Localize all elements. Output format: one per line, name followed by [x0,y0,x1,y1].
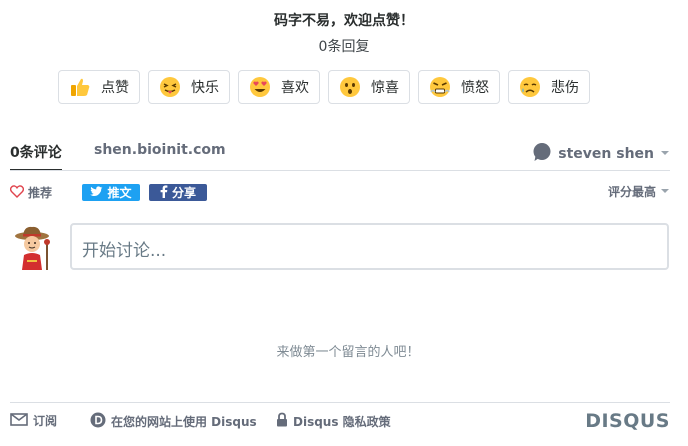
thumbs-up-icon [69,76,91,98]
recommend-button[interactable]: 推荐 [9,184,53,201]
subscribe-link[interactable]: 订阅 [10,412,57,429]
reaction-label: 愤怒 [461,80,489,96]
user-name: steven shen [558,146,654,162]
empty-state-message: 来做第一个留言的人吧！ [276,345,420,360]
chevron-down-icon [660,185,670,199]
reaction-label: 喜欢 [281,80,309,96]
tongue-out-face-icon [159,76,181,98]
reaction-like-button[interactable]: 点赞 [58,70,140,104]
disqus-logo[interactable]: DISQUS [585,410,670,432]
divider [10,170,670,171]
user-menu[interactable]: steven shen [532,142,670,166]
sad-face-icon [519,76,541,98]
reaction-label: 悲伤 [551,80,579,96]
reaction-love-button[interactable]: 喜欢 [238,70,320,104]
reactions-headline: 码字不易，欢迎点赞！ [274,13,414,29]
reaction-happy-button[interactable]: 快乐 [148,70,230,104]
surprised-face-icon [339,76,361,98]
share-label: 分享 [171,186,196,200]
tweet-button[interactable]: 推文 [82,184,140,201]
reaction-angry-button[interactable]: 愤怒 [418,70,500,104]
lock-icon [276,412,288,430]
subscribe-label: 订阅 [33,414,58,428]
comment-input-placeholder[interactable]: 开始讨论... [82,236,166,261]
sort-dropdown[interactable]: 评分最高 [608,183,670,200]
twitter-bird-icon [90,185,103,200]
angry-face-icon [429,76,451,98]
envelope-icon [10,412,28,429]
comment-composer[interactable]: 开始讨论... [70,223,669,270]
add-disqus-link[interactable]: 在您的网站上使用 Disqus [90,412,257,431]
chat-bubble-icon [532,142,552,166]
reaction-label: 点赞 [101,80,129,96]
sort-label: 评分最高 [607,185,656,199]
recommend-label: 推荐 [28,186,53,200]
privacy-link[interactable]: Disqus 隐私政策 [276,412,391,430]
heart-eyes-face-icon [249,76,271,98]
comment-tabs: 0条评论 shen.bioinit.com steven shen [10,142,670,171]
avatar[interactable] [10,224,58,272]
reaction-label: 快乐 [191,80,219,96]
reactions-bar: 点赞 快乐 喜欢 惊喜 愤怒 悲伤 [58,70,590,104]
disqus-d-icon [90,412,106,431]
divider [10,402,670,403]
heart-icon [9,184,25,201]
reaction-sad-button[interactable]: 悲伤 [508,70,590,104]
add-disqus-label: 在您的网站上使用 Disqus [111,415,257,429]
facebook-share-button[interactable]: 分享 [149,184,207,201]
tweet-label: 推文 [107,186,132,200]
facebook-icon [160,184,168,201]
thread-actions: 推荐 推文 分享 评分最高 [9,183,670,203]
reaction-label: 惊喜 [371,80,399,96]
privacy-label: Disqus 隐私政策 [293,414,391,429]
reaction-surprised-button[interactable]: 惊喜 [328,70,410,104]
footer: 订阅 在您的网站上使用 Disqus Disqus 隐私政策 DISQUS [10,410,670,432]
tab-comments[interactable]: 0条评论 [10,142,62,162]
reply-count: 0条回复 [318,39,370,55]
tab-community[interactable]: shen.bioinit.com [94,142,226,158]
chevron-down-icon [660,146,670,162]
